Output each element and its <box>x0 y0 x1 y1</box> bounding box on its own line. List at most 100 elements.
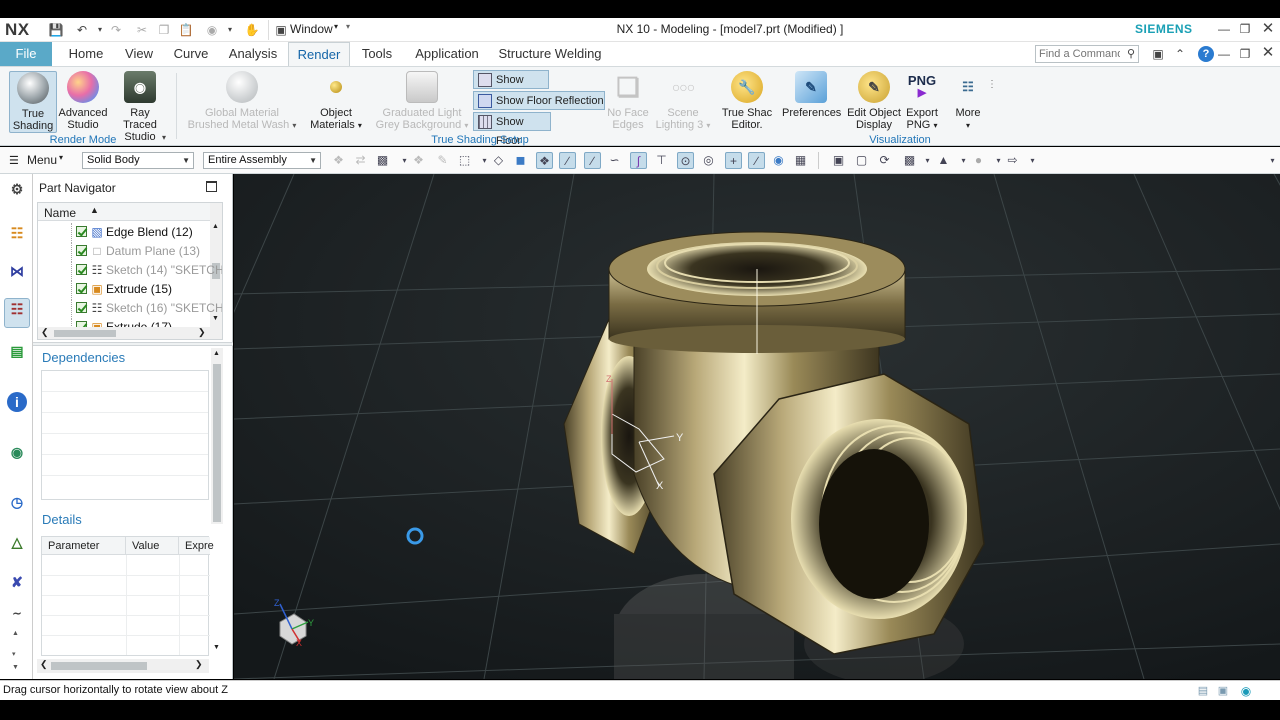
scroll-up-icon[interactable]: ▲ <box>212 223 219 230</box>
repeat-command-icon[interactable]: ◉ <box>204 22 220 38</box>
scrollbar-thumb[interactable] <box>213 364 221 522</box>
menu-button[interactable]: Menu <box>27 153 57 167</box>
selection-scope-select[interactable]: Entire Assembly ▼ <box>203 152 321 169</box>
search-icon[interactable]: ⚲ <box>1127 47 1135 60</box>
undo-icon[interactable]: ↶ <box>74 22 90 38</box>
edit-object-display-button[interactable]: ✎ Edit Object Display <box>844 71 904 131</box>
command-finder-input[interactable] <box>1036 46 1120 62</box>
details-title[interactable]: Details <box>42 512 82 527</box>
feature-visibility-checkbox[interactable] <box>76 264 87 275</box>
select-chain-icon[interactable]: ✎ <box>434 152 451 169</box>
orient-view-icon[interactable]: ▩ <box>901 152 918 169</box>
window-menu-dropdown-icon[interactable]: ▾ <box>334 22 338 31</box>
scroll-up-icon[interactable]: ▲ <box>213 350 220 357</box>
undo-dropdown-icon[interactable]: ▾ <box>92 22 108 38</box>
tree-row[interactable]: ☷ Sketch (14) "SKETCH <box>38 261 222 279</box>
part-close-icon[interactable]: ✕ <box>1260 45 1276 61</box>
tree-hscrollbar[interactable]: ❮ ❯ <box>38 327 222 339</box>
menu-icon[interactable]: ☰ <box>9 154 19 167</box>
snap-curve-icon[interactable]: ∽ <box>606 152 623 169</box>
snap-arc-center-icon[interactable]: ⊤ <box>653 152 670 169</box>
scroll-left-icon[interactable]: ❮ <box>41 327 49 338</box>
orient-dropdown-icon[interactable]: ▾ <box>919 152 936 169</box>
help-icon[interactable]: ? <box>1198 46 1214 62</box>
hscroll-thumb[interactable] <box>51 662 147 670</box>
part-navigator-icon[interactable]: ☷ <box>4 298 30 328</box>
dependencies-scrollbar[interactable]: ▲ <box>211 348 223 524</box>
history-icon[interactable]: ◷ <box>7 492 27 512</box>
tree-row[interactable]: ▧ Edge Blend (12) <box>38 223 210 241</box>
selection-list-icon[interactable]: ▤ <box>1195 683 1211 699</box>
snap-intersection-icon[interactable]: ∫ <box>630 152 647 169</box>
render-mode-more-icon[interactable]: ▾ <box>162 133 166 142</box>
close-icon[interactable]: ✕ <box>1260 21 1276 37</box>
parameter-column-header[interactable]: Parameter <box>42 537 126 555</box>
toolbar-options-icon[interactable]: ▾ <box>1264 152 1280 169</box>
rectangle-select-icon[interactable]: ⬚ <box>456 152 473 169</box>
scroll-right-icon[interactable]: ❯ <box>198 327 206 338</box>
value-column-header[interactable]: Value <box>126 537 179 555</box>
snap-control-point-icon[interactable]: ∕ <box>584 152 601 169</box>
process-studio-icon[interactable]: ✘ <box>7 572 27 592</box>
face-select-icon[interactable]: ◇ <box>490 152 507 169</box>
true-shading-button[interactable]: True Shading <box>9 71 57 133</box>
copy-icon[interactable]: ❐ <box>156 22 172 38</box>
snap-bounded-icon[interactable]: ▦ <box>792 152 809 169</box>
clipping-dropdown-icon[interactable]: ▾ <box>1024 152 1041 169</box>
scroll-left-icon[interactable]: ❮ <box>40 659 48 670</box>
model-view[interactable]: Y X Z Z Y X <box>234 174 1280 679</box>
details-scroll-down-icon[interactable]: ▼ <box>213 644 220 651</box>
maximize-panel-icon[interactable] <box>206 181 217 192</box>
global-material-button[interactable]: Global Material Brushed Metal Wash ▾ <box>186 71 298 132</box>
clipping-icon[interactable]: ⇨ <box>1004 152 1021 169</box>
feature-visibility-checkbox[interactable] <box>76 302 87 313</box>
minimize-icon[interactable]: — <box>1216 21 1232 37</box>
resource-bar-scroll-icon[interactable]: ▾ <box>12 650 16 658</box>
tree-row[interactable]: ▣ Extrude (15) <box>38 280 210 298</box>
resource-bar-scroll-up-icon[interactable]: ▲ <box>12 630 19 637</box>
scroll-down-icon[interactable]: ▼ <box>212 315 219 322</box>
feature-visibility-checkbox[interactable] <box>76 283 87 294</box>
expression-column-header[interactable]: Expre <box>179 537 214 555</box>
ray-traced-studio-button[interactable]: ◉ Ray Traced Studio <box>112 71 168 143</box>
graphics-window[interactable]: Y X Z Z Y X <box>234 174 1280 679</box>
part-minimize-icon[interactable]: — <box>1216 46 1232 62</box>
fit-view-icon[interactable]: ▣ <box>830 152 847 169</box>
touch-mode-icon[interactable]: ✋ <box>244 22 260 38</box>
tree-row[interactable]: □ Datum Plane (13) <box>38 242 210 260</box>
zoom-icon[interactable]: ▢ <box>853 152 870 169</box>
name-column-header[interactable]: Name <box>44 206 76 220</box>
background-icon[interactable]: ● <box>970 152 987 169</box>
body-select-icon[interactable]: ◼ <box>512 152 529 169</box>
snap-on-curve-icon[interactable]: ∕ <box>748 152 765 169</box>
menu-dropdown-icon[interactable]: ▾ <box>59 153 63 162</box>
rotate-view-icon[interactable]: ⟳ <box>876 152 893 169</box>
scroll-right-icon[interactable]: ❯ <box>195 659 203 670</box>
multi-select-icon[interactable]: ⇄ <box>352 152 369 169</box>
tab-structure-welding[interactable]: Structure Welding <box>494 42 606 66</box>
export-png-button[interactable]: PNG ▶ Export PNG ▾ <box>900 71 944 132</box>
cut-icon[interactable]: ✂ <box>134 22 150 38</box>
details-hscrollbar[interactable]: ❮ ❯ <box>37 659 209 673</box>
restore-icon[interactable]: ❐ <box>1237 21 1253 37</box>
type-filter-select[interactable]: Solid Body ▼ <box>82 152 194 169</box>
siemens-status-icon[interactable]: ◉ <box>1238 683 1254 699</box>
full-screen-icon[interactable]: ▣ <box>1215 683 1231 699</box>
reuse-library-icon[interactable]: ▤ <box>7 341 27 361</box>
graduated-light-button[interactable]: Graduated Light Grey Background ▾ <box>374 71 470 132</box>
part-restore-icon[interactable]: ❐ <box>1237 46 1253 62</box>
ribbon-overflow-icon[interactable]: ⋮ <box>987 79 997 90</box>
tab-file[interactable]: File <box>0 42 52 66</box>
sort-ascending-icon[interactable]: ▲ <box>90 205 99 215</box>
ribbon-options-icon[interactable]: ▣ <box>1150 46 1166 62</box>
web-browser-icon[interactable]: ◉ <box>7 442 27 462</box>
tab-tools[interactable]: Tools <box>356 42 398 66</box>
snap-on-surface-icon[interactable]: ◉ <box>770 152 787 169</box>
render-style-icon[interactable]: ▲ <box>935 152 952 169</box>
advanced-studio-button[interactable]: Advanced Studio <box>58 71 108 131</box>
snap-midpoint-icon[interactable]: ∕ <box>559 152 576 169</box>
roles-icon[interactable]: ∼ <box>7 604 27 624</box>
tab-view[interactable]: View <box>118 42 160 66</box>
show-shadows-toggle[interactable]: Show Shac <box>473 70 549 105</box>
no-face-edges-button[interactable]: ❏ No Face Edges <box>604 71 652 131</box>
